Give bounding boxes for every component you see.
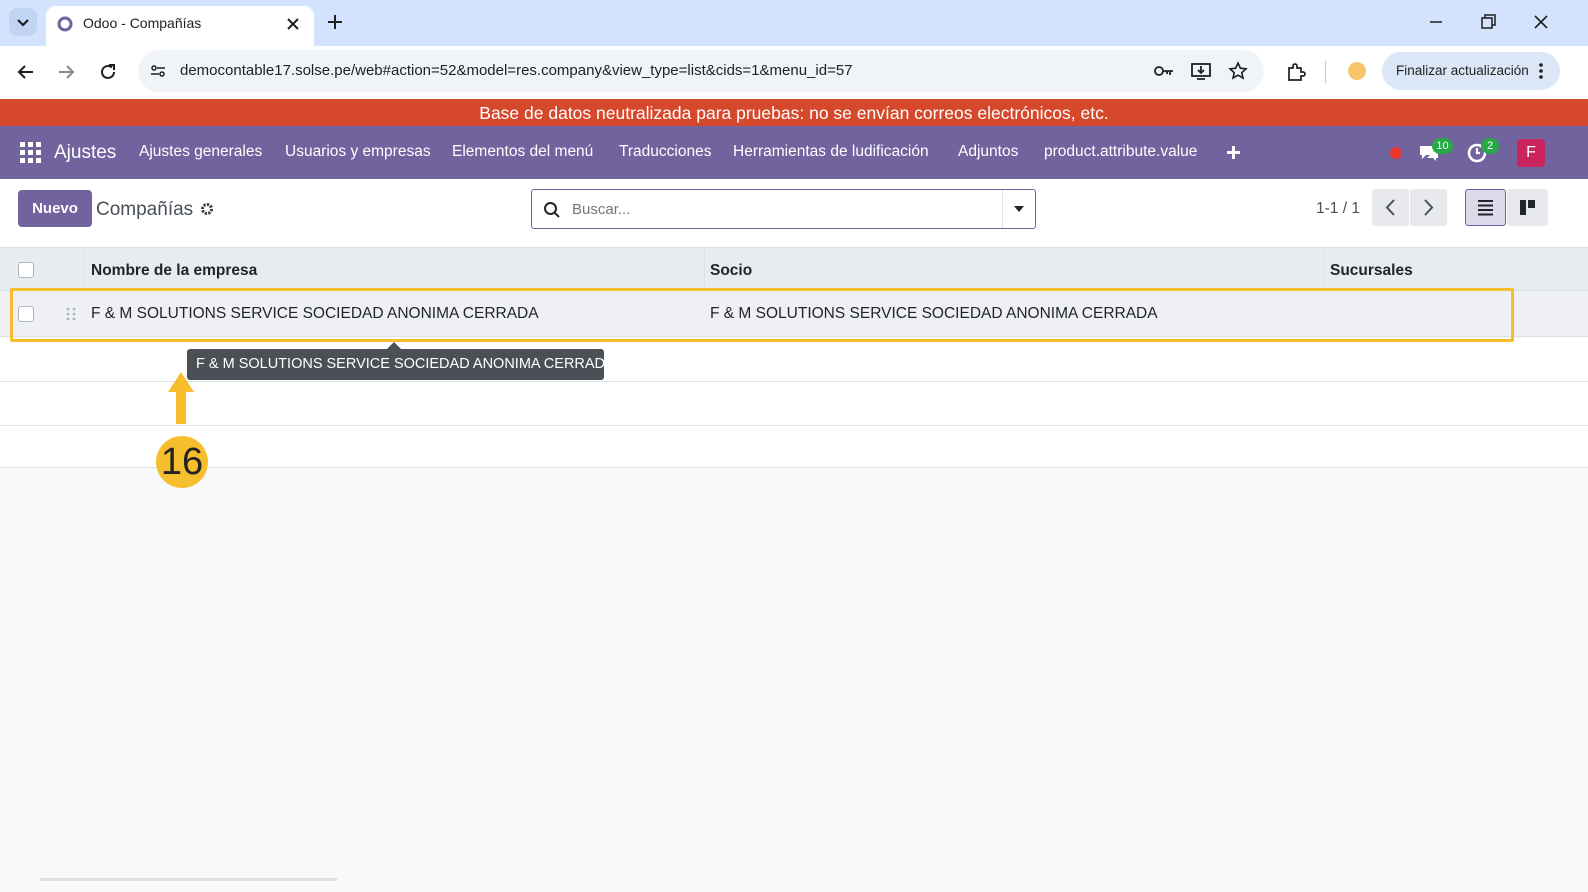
horizontal-scrollbar[interactable]: [40, 878, 337, 881]
pager-previous-button[interactable]: [1372, 189, 1409, 226]
list-view-icon: [1478, 200, 1493, 216]
browser-tabstrip: Odoo - Compañías: [0, 0, 1588, 46]
tab-search-button[interactable]: [9, 8, 37, 36]
bookmark-star-icon[interactable]: [1228, 61, 1248, 81]
search-dropdown-toggle-icon[interactable]: [1012, 204, 1026, 214]
step-number-badge: 16: [156, 436, 208, 488]
app-name[interactable]: Ajustes: [54, 142, 116, 164]
restore-icon[interactable]: [1478, 12, 1498, 32]
search-input[interactable]: [572, 198, 992, 220]
site-settings-icon[interactable]: [148, 61, 168, 81]
chevron-right-icon: [1424, 199, 1434, 216]
annotation-arrow-up-icon: [168, 372, 194, 424]
profile-icon[interactable]: [1348, 62, 1366, 80]
messages-count-badge: 10: [1432, 138, 1453, 154]
search-divider: [1002, 190, 1003, 228]
search-icon: [544, 202, 560, 218]
column-header-partner[interactable]: Socio: [710, 262, 752, 280]
col-separator: [1324, 248, 1325, 291]
app-grid-icon[interactable]: [20, 142, 41, 163]
search-box[interactable]: [531, 189, 1036, 229]
chevron-left-icon: [1385, 199, 1395, 216]
tab-title: Odoo - Compañías: [83, 15, 202, 31]
reload-icon[interactable]: [97, 61, 119, 83]
extensions-icon[interactable]: [1285, 61, 1307, 83]
list-view-button[interactable]: [1465, 189, 1506, 226]
password-key-icon[interactable]: [1153, 61, 1175, 81]
close-window-icon[interactable]: [1531, 12, 1551, 32]
breadcrumb-title: Compañías: [96, 199, 194, 220]
toolbar-divider: [1325, 61, 1326, 83]
browser-tab[interactable]: Odoo - Compañías: [46, 6, 314, 46]
url-text: democontable17.solse.pe/web#action=52&mo…: [180, 62, 853, 79]
pager-value[interactable]: 1-1 / 1: [1316, 200, 1360, 218]
nav-item-product-attribute-value[interactable]: product.attribute.value: [1044, 143, 1197, 161]
recording-dot-icon[interactable]: [1390, 147, 1402, 159]
column-header-company-name[interactable]: Nombre de la empresa: [91, 262, 257, 280]
odoo-favicon-icon: [57, 16, 73, 32]
control-panel: Nuevo Compañías 1-1 / 1: [0, 179, 1588, 246]
neutralized-db-banner: Base de datos neutralizada para pruebas:…: [0, 99, 1588, 126]
select-all-checkbox[interactable]: [18, 262, 34, 278]
activities-count-badge: 2: [1481, 138, 1499, 154]
column-header-branches[interactable]: Sucursales: [1330, 262, 1413, 280]
empty-row: [0, 426, 1588, 468]
nav-item-usuarios-empresas[interactable]: Usuarios y empresas: [285, 143, 431, 161]
cell-tooltip: F & M SOLUTIONS SERVICE SOCIEDAD ANONIMA…: [187, 349, 615, 380]
list-header: Nombre de la empresa Socio Sucursales: [0, 247, 1588, 291]
main-navbar: Ajustes Ajustes generales Usuarios y emp…: [0, 126, 1588, 179]
install-app-icon[interactable]: [1190, 61, 1212, 81]
finish-update-button[interactable]: Finalizar actualización: [1382, 52, 1560, 90]
finish-update-label: Finalizar actualización: [1396, 63, 1529, 78]
add-menu-plus-icon[interactable]: [1226, 145, 1241, 160]
kanban-view-icon: [1520, 200, 1535, 215]
empty-row: [0, 382, 1588, 426]
pager-next-button[interactable]: [1410, 189, 1447, 226]
nav-item-ajustes-generales[interactable]: Ajustes generales: [139, 143, 262, 161]
forward-icon[interactable]: [55, 61, 77, 83]
col-separator: [84, 248, 85, 291]
close-tab-icon[interactable]: [284, 15, 302, 33]
row-highlight-annotation: [10, 288, 1514, 342]
more-vert-icon: [1539, 63, 1543, 79]
nav-item-herramientas-ludificacion[interactable]: Herramientas de ludificación: [733, 143, 929, 161]
new-tab-icon[interactable]: [325, 12, 345, 32]
address-bar[interactable]: democontable17.solse.pe/web#action=52&mo…: [138, 50, 1264, 92]
nav-item-adjuntos[interactable]: Adjuntos: [958, 143, 1018, 161]
minimize-icon[interactable]: [1426, 12, 1446, 32]
new-button[interactable]: Nuevo: [18, 190, 92, 227]
nav-item-elementos-menu[interactable]: Elementos del menú: [452, 143, 593, 161]
back-icon[interactable]: [15, 61, 37, 83]
user-avatar[interactable]: F: [1517, 139, 1545, 167]
chevron-down-icon: [17, 19, 29, 27]
gear-icon[interactable]: [199, 201, 215, 217]
kanban-view-button[interactable]: [1507, 189, 1548, 226]
nav-item-traducciones[interactable]: Traducciones: [619, 143, 711, 161]
col-separator: [704, 248, 705, 291]
